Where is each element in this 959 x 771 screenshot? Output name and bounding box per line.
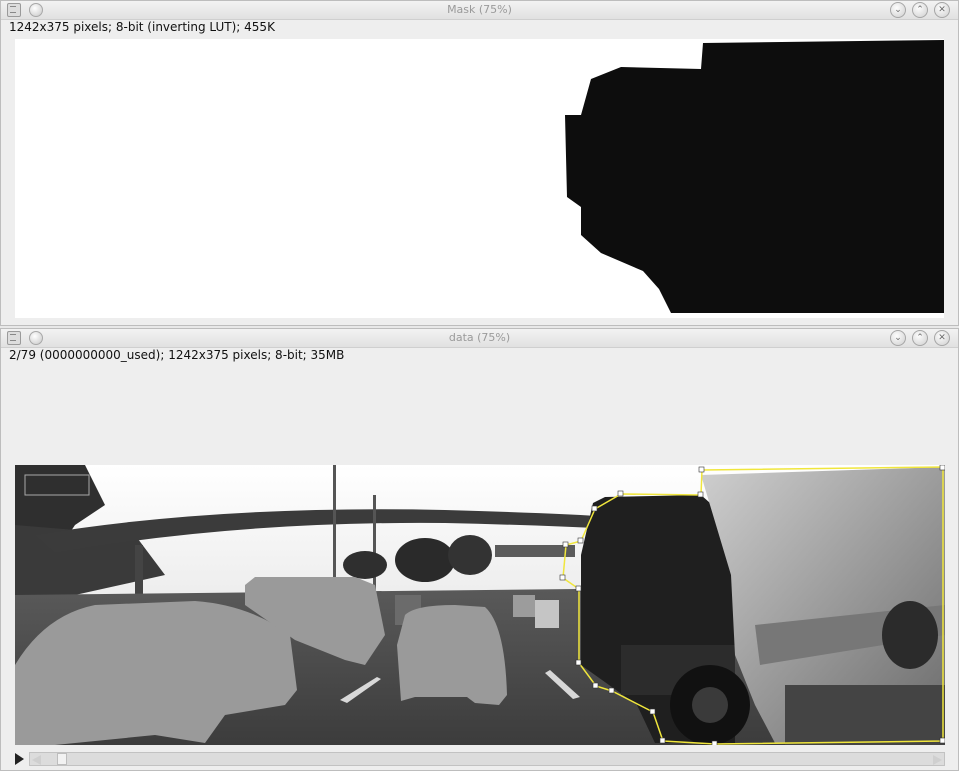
mask-window-title: Mask (75%) [447, 3, 512, 16]
minimize-button[interactable]: ⌄ [890, 2, 906, 18]
mask-window: Mask (75%) ⌄ ⌃ ✕ 1242x375 pixels; 8-bit … [0, 0, 959, 326]
data-stack-info: 2/79 (0000000000_used); 1242x375 pixels;… [9, 348, 345, 362]
maximize-button[interactable]: ⌃ [912, 330, 928, 346]
mask-titlebar[interactable]: Mask (75%) ⌄ ⌃ ✕ [1, 1, 958, 20]
data-window-title: data (75%) [448, 331, 511, 344]
data-titlebar[interactable]: data (75%) ⌄ ⌃ ✕ [1, 329, 958, 348]
mask-image-canvas[interactable] [15, 39, 944, 318]
minimize-button[interactable]: ⌄ [890, 330, 906, 346]
data-window: data (75%) ⌄ ⌃ ✕ 2/79 (0000000000_used);… [0, 328, 959, 771]
stack-slice-scrollbar[interactable] [15, 751, 945, 767]
maximize-button[interactable]: ⌃ [912, 2, 928, 18]
close-button[interactable]: ✕ [934, 330, 950, 346]
scrollbar-track[interactable] [29, 752, 945, 766]
close-button[interactable]: ✕ [934, 2, 950, 18]
arrow-right-icon[interactable] [933, 755, 942, 765]
data-image-canvas[interactable] [15, 465, 945, 745]
mask-image-info: 1242x375 pixels; 8-bit (inverting LUT); … [9, 20, 275, 34]
play-icon[interactable] [15, 753, 24, 765]
scrollbar-thumb[interactable] [57, 753, 67, 765]
arrow-left-icon[interactable] [32, 755, 41, 765]
